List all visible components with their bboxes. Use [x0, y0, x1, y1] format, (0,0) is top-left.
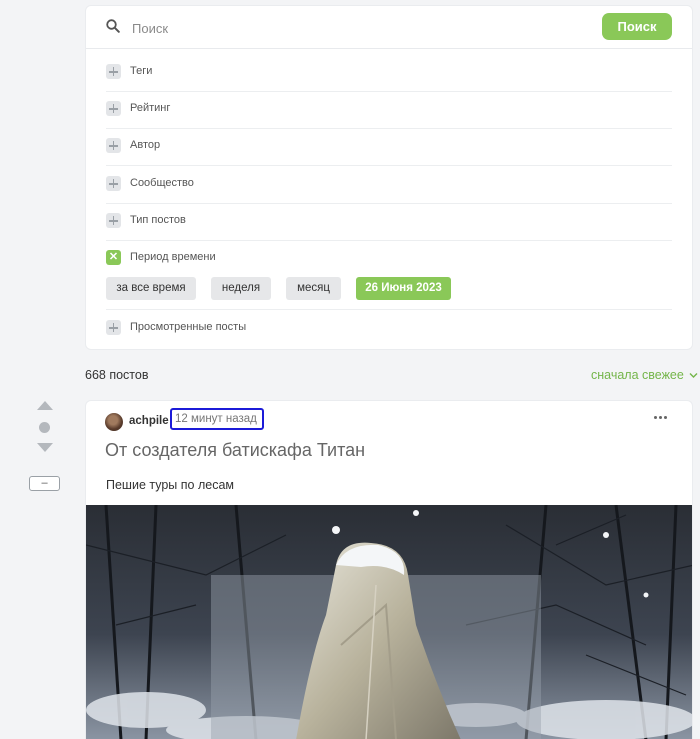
filter-viewed-posts[interactable]: Просмотренные посты: [106, 309, 672, 347]
sort-control[interactable]: сначала свежее: [591, 368, 698, 382]
posts-count: 668 постов: [85, 368, 149, 382]
downvote-icon[interactable]: [37, 443, 53, 452]
filter-label: Тип постов: [130, 214, 186, 226]
sort-label: сначала свежее: [591, 368, 684, 382]
post-time[interactable]: 12 минут назад: [170, 408, 264, 430]
period-option-all-time[interactable]: за все время: [106, 277, 196, 300]
plus-icon: [106, 320, 121, 335]
avatar[interactable]: [105, 413, 123, 431]
period-option-month[interactable]: месяц: [286, 277, 341, 300]
filter-label: Период времени: [130, 251, 216, 263]
plus-icon: [106, 101, 121, 116]
post-text: Пешие туры по лесам: [106, 478, 234, 492]
filter-post-type[interactable]: Тип постов: [106, 203, 672, 241]
upvote-icon[interactable]: [37, 401, 53, 410]
filter-period[interactable]: ✕ Период времени: [106, 240, 672, 277]
search-icon: [106, 19, 120, 33]
post-image[interactable]: [86, 505, 693, 739]
post-card: achpile 12 минут назад От создателя бати…: [85, 400, 693, 739]
filter-label: Сообщество: [130, 177, 194, 189]
filter-tags[interactable]: Теги: [106, 54, 672, 92]
plus-icon: [106, 176, 121, 191]
filter-label: Теги: [130, 65, 153, 77]
filter-label: Просмотренные посты: [130, 321, 247, 333]
filter-author[interactable]: Автор: [106, 128, 672, 166]
plus-icon: [106, 138, 121, 153]
collapse-post-button[interactable]: –: [29, 476, 60, 491]
plus-icon: [106, 64, 121, 79]
filter-label: Рейтинг: [130, 102, 171, 114]
post-title[interactable]: От создателя батискафа Титан: [105, 440, 365, 461]
rating-dot-icon: [39, 422, 50, 433]
search-input[interactable]: [130, 16, 574, 40]
check-icon: ✕: [106, 250, 121, 265]
plus-icon: [106, 213, 121, 228]
search-filter-panel: Поиск Теги Рейтинг Автор Сообщество Тип …: [85, 5, 693, 350]
filter-rating[interactable]: Рейтинг: [106, 91, 672, 129]
period-option-week[interactable]: неделя: [211, 277, 271, 300]
more-icon[interactable]: [654, 414, 668, 420]
chevron-down-icon: [689, 373, 698, 378]
filter-community[interactable]: Сообщество: [106, 166, 672, 204]
filter-label: Автор: [130, 139, 161, 151]
search-row: Поиск: [86, 6, 692, 49]
post-author[interactable]: achpile: [129, 415, 169, 427]
period-option-date[interactable]: 26 Июня 2023: [356, 277, 451, 300]
search-button[interactable]: Поиск: [602, 13, 672, 40]
